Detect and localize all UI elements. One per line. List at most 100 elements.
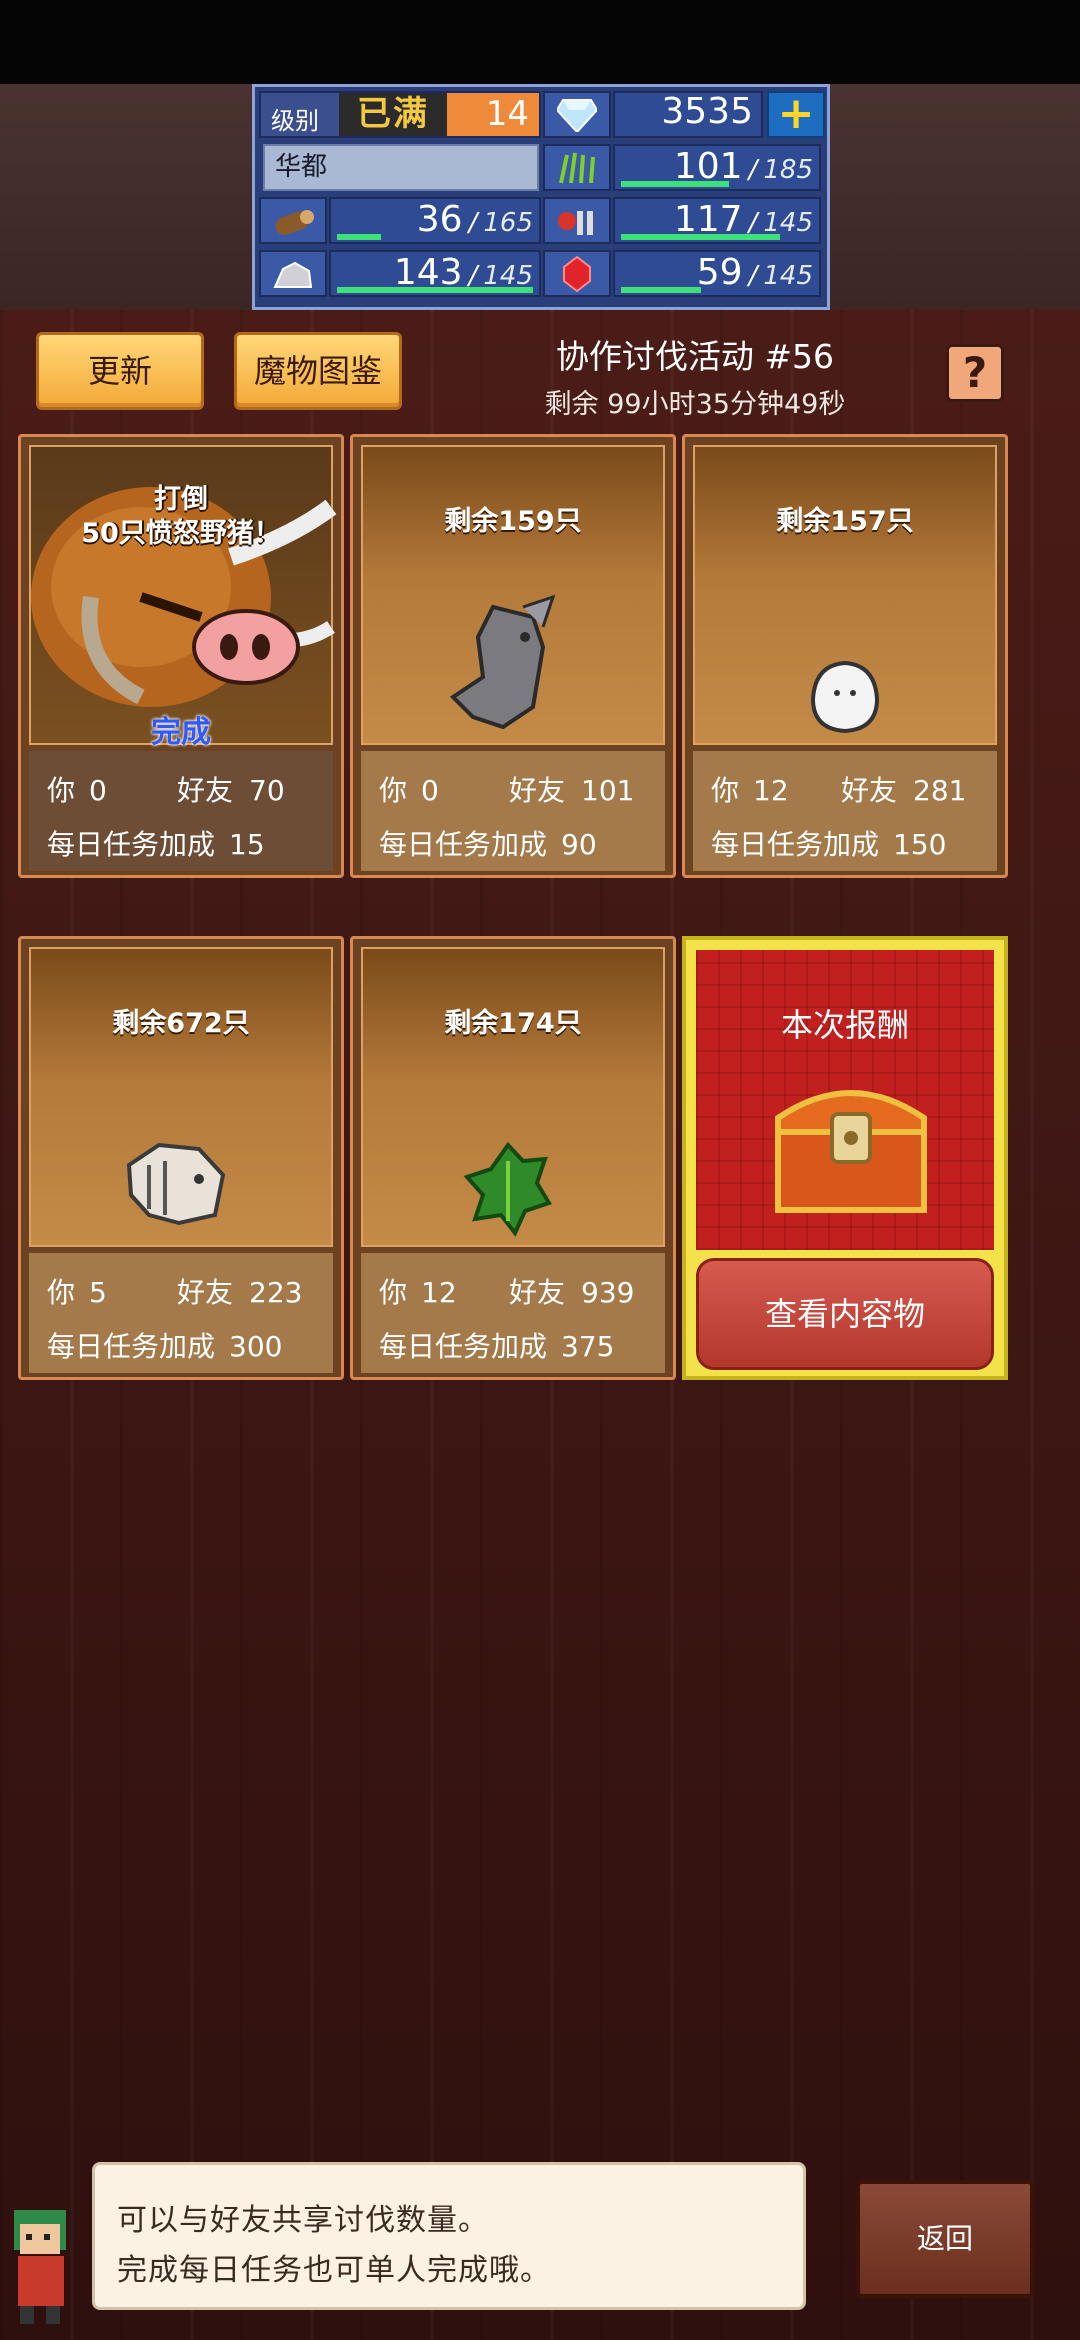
daily-bonus-label: 每日任务加成 [47, 1330, 216, 1363]
remaining-count: 剩余174只 [444, 1008, 582, 1039]
daily-bonus-value: 90 [561, 828, 597, 861]
monster-art: 剩余157只 [693, 445, 997, 745]
you-count: 12 [421, 1276, 457, 1309]
wood-current: 36 [416, 199, 463, 240]
friends-count: 101 [581, 774, 635, 807]
friends-count: 70 [249, 774, 285, 807]
you-label: 你 [47, 1276, 76, 1309]
remaining-count: 剩余157只 [776, 506, 914, 537]
target-card-5[interactable]: 剩余174只 你 12 好友 939 每日任务加成 375 [350, 936, 676, 1380]
friends-group: 好友 70 [177, 769, 285, 809]
friends-group: 好友 281 [841, 769, 966, 809]
friends-label: 好友 [177, 774, 234, 807]
count-line: 你5 好友 223 [47, 1271, 323, 1311]
target-card-2[interactable]: 剩余159只 你0 好友 101 每日任务加成 90 [350, 434, 676, 878]
grass-max: 185 [763, 155, 813, 185]
friends-count: 939 [581, 1276, 635, 1309]
gems-value: 3535 [661, 91, 753, 132]
ore-ruby-row: 143/145 59/145 [259, 248, 823, 299]
reward-title: 本次报酬 [780, 1006, 909, 1044]
gems-box: 3535 [613, 91, 763, 138]
bestiary-button[interactable]: 魔物图鉴 [234, 332, 402, 410]
ruby-icon [543, 250, 611, 297]
friends-group: 好友 101 [509, 769, 634, 809]
target-card-boar[interactable]: 打倒 50只愤怒野猪！ 完成 你0 好友 70 每日任务加成 15 [18, 434, 344, 878]
bonus-line: 每日任务加成 300 [47, 1325, 323, 1365]
target-card-3[interactable]: 剩余157只 你 12 好友 281 每日任务加成 150 [682, 434, 1008, 878]
ruby-progress-bar [621, 287, 701, 293]
wood-value: 36/165 [416, 199, 533, 240]
food-box: 117/145 [613, 197, 821, 244]
city-row: 华都 101/185 [259, 142, 823, 193]
count-line: 你 12 好友 939 [379, 1271, 655, 1311]
grass-progress-bar [621, 181, 729, 187]
boar-art: 打倒 50只愤怒野猪！ 完成 [29, 445, 337, 750]
ruby-value: 59/145 [696, 252, 813, 293]
food-icon [543, 197, 611, 244]
remaining-count: 剩余672只 [112, 1008, 250, 1039]
level-box: 级别 已满 14 [259, 91, 541, 138]
monster-art: 剩余672只 [29, 947, 333, 1247]
daily-bonus-label: 每日任务加成 [711, 828, 880, 861]
tip-dialog: 可以与好友共享讨伐数量。 完成每日任务也可单人完成哦。 [92, 2162, 806, 2310]
card-stats: 你 12 好友 939 每日任务加成 375 [361, 1253, 665, 1373]
event-timer: 剩余 99小时35分钟49秒 [544, 389, 846, 420]
you-count: 0 [89, 774, 107, 807]
bonus-line: 每日任务加成 90 [379, 823, 655, 863]
target-card-4[interactable]: 剩余672只 你5 好友 223 每日任务加成 300 [18, 936, 344, 1380]
view-contents-button[interactable]: 查看内容物 [696, 1258, 994, 1370]
daily-bonus-value: 15 [229, 828, 265, 861]
friends-label: 好友 [177, 1276, 234, 1309]
daily-bonus-value: 150 [893, 828, 947, 861]
ruby-current: 59 [696, 252, 743, 293]
grass-icon [543, 144, 611, 191]
target-title-line2: 50只愤怒野猪！ [81, 518, 281, 549]
ore-box: 143/145 [329, 250, 541, 297]
card-stats: 你0 好友 70 每日任务加成 15 [29, 751, 333, 871]
resource-panel: 级别 已满 14 3535 + 华都 101/185 36/165 117 / … [252, 84, 830, 310]
reward-card: 本次报酬 查看内容物 [682, 936, 1008, 1380]
friends-label: 好友 [841, 774, 898, 807]
friends-label: 好友 [509, 774, 566, 807]
you-count: 5 [89, 1276, 107, 1309]
wood-progress-bar [337, 234, 381, 240]
bonus-line: 每日任务加成 375 [379, 1325, 655, 1365]
gray-dragon-icon [449, 594, 556, 730]
you-label: 你 [379, 1276, 408, 1309]
daily-bonus-label: 每日任务加成 [47, 828, 216, 861]
daily-bonus-value: 375 [561, 1330, 615, 1363]
bonus-line: 每日任务加成 15 [47, 823, 323, 863]
you-count: 12 [753, 774, 789, 807]
bonus-line: 每日任务加成 150 [711, 823, 987, 863]
count-line: 你0 好友 101 [379, 769, 655, 809]
count-line: 你0 好友 70 [47, 769, 323, 809]
card-stats: 你5 好友 223 每日任务加成 300 [29, 1253, 333, 1373]
refresh-button[interactable]: 更新 [36, 332, 204, 410]
event-title: 协作讨伐活动 #56 [555, 337, 835, 376]
wood-box: 36/165 [329, 197, 541, 244]
daily-bonus-label: 每日任务加成 [379, 828, 548, 861]
target-title-line1: 打倒 [154, 484, 208, 515]
help-button[interactable]: ? [946, 344, 1004, 402]
grass-box: 101/185 [613, 144, 821, 191]
target-title: 打倒 50只愤怒野猪！ [31, 483, 331, 551]
card-stats: 你0 好友 101 每日任务加成 90 [361, 751, 665, 871]
wood-food-row: 36/165 117/145 [259, 195, 823, 246]
back-button[interactable]: 返回 [856, 2180, 1034, 2298]
friends-count: 223 [249, 1276, 303, 1309]
bone-beast-icon [126, 1142, 226, 1226]
complete-label: 完成 [151, 715, 211, 750]
count-line: 你 12 好友 281 [711, 769, 987, 809]
green-plant-icon [463, 1141, 552, 1237]
monster-art: 剩余159只 [361, 445, 665, 745]
status-bar [0, 0, 1080, 84]
ore-progress-bar [337, 287, 533, 293]
tip-line-2: 完成每日任务也可单人完成哦。 [117, 2253, 551, 2288]
treasure-chest-icon [775, 1090, 927, 1213]
add-gems-button[interactable]: + [767, 91, 825, 138]
you-label: 你 [379, 774, 408, 807]
level-value: 14 [447, 93, 539, 136]
food-progress-bar [621, 234, 780, 240]
diamond-icon [543, 91, 611, 138]
friends-group: 好友 939 [509, 1271, 634, 1311]
